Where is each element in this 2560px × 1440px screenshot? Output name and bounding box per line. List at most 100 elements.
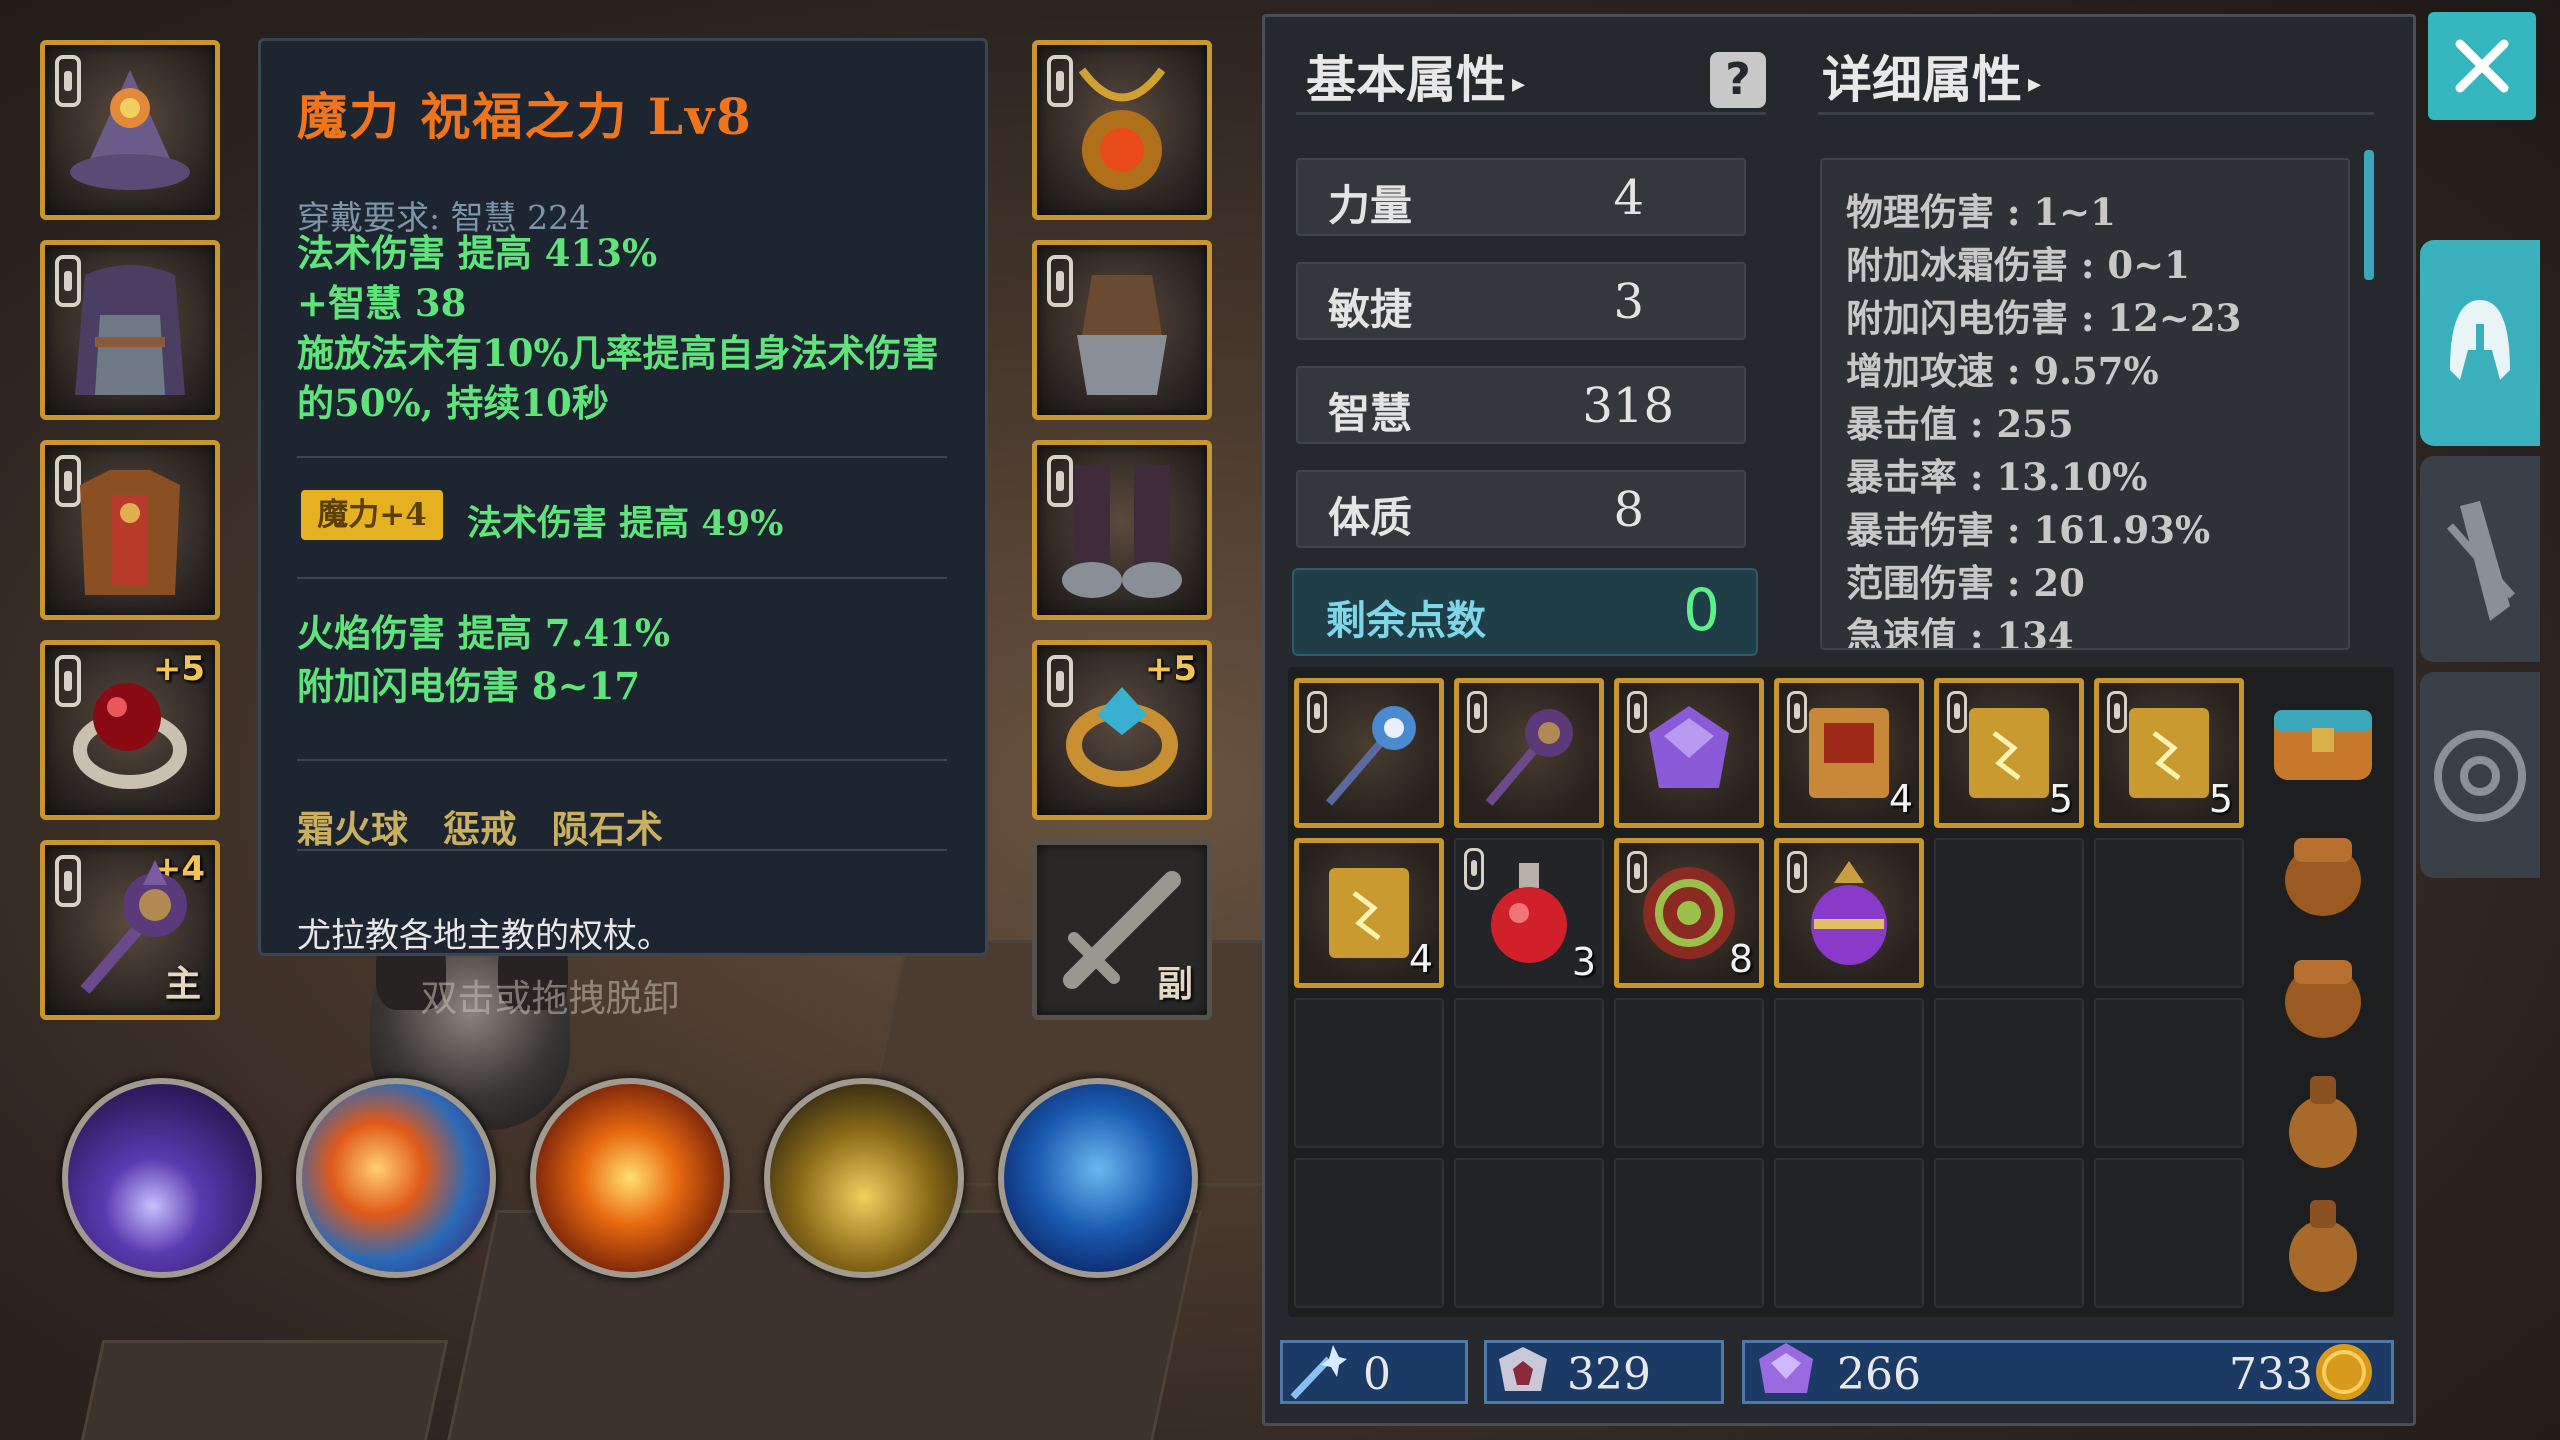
sack-icon[interactable] (2264, 1058, 2382, 1176)
crystal-icon (1499, 1347, 1547, 1391)
tab-equipment[interactable] (2420, 240, 2540, 446)
unequip-hint: 双击或拖拽脱卸 (420, 977, 680, 1020)
inventory-cell-empty[interactable] (1454, 998, 1604, 1148)
stat-constitution: 体质 8 (1296, 470, 1746, 548)
detail-row: 物理伤害 : 1~1 (1846, 190, 2116, 234)
remaining-points: 剩余点数 0 (1292, 568, 1758, 656)
inventory-cell-empty[interactable] (1294, 998, 1444, 1148)
inventory-cell-empty[interactable] (1294, 1158, 1444, 1308)
skill-meteor[interactable] (530, 1078, 730, 1278)
stat-name: 敏捷 (1328, 285, 1413, 334)
ring-slot-right[interactable]: +5 (1032, 640, 1212, 820)
divider (1296, 112, 1766, 115)
inventory-cell[interactable]: 4 (1294, 838, 1444, 988)
tab-settings[interactable] (2420, 672, 2540, 878)
inventory-cell-empty[interactable] (1614, 1158, 1764, 1308)
item-count: 4 (1888, 777, 1913, 821)
pouch-icon[interactable] (2264, 812, 2382, 930)
detail-row: 附加闪电伤害 : 12~23 (1846, 296, 2242, 340)
inventory-cell-empty[interactable] (1774, 1158, 1924, 1308)
floor-tile (77, 1340, 449, 1440)
item-name: 魔力 祝福之力 Lv8 (297, 87, 753, 146)
inventory-cell[interactable]: 5 (2094, 678, 2244, 828)
skill-frostfire-ball[interactable] (296, 1078, 496, 1278)
item-count: 5 (2208, 777, 2233, 821)
backpack-icon[interactable] (2264, 680, 2382, 798)
armor-slot[interactable] (40, 440, 220, 620)
inventory-cell[interactable] (1454, 678, 1604, 828)
help-icon[interactable]: ? (1710, 52, 1766, 108)
detail-row: 范围伤害 : 20 (1846, 561, 2085, 605)
gloves-slot[interactable] (1032, 240, 1212, 420)
boots-icon (1062, 465, 1182, 598)
scroll-icon (2129, 708, 2209, 798)
gold-ring-icon (1066, 687, 1178, 787)
divider (1818, 112, 2374, 115)
item-skills: 霜火球 惩戒 陨石术 (297, 807, 663, 851)
item-stat-line: 的50%, 持续10秒 (297, 381, 609, 425)
inventory-cell[interactable]: 8 (1614, 838, 1764, 988)
currency-crystal-value: 329 (1567, 1349, 1651, 1400)
skill-lightning-orb[interactable] (62, 1078, 262, 1278)
detail-scrollbar[interactable] (2364, 150, 2374, 280)
tab-basic-attributes[interactable]: 基本属性 ▸ (1306, 40, 1525, 112)
amulet-icon (1078, 67, 1166, 190)
sack-icon[interactable] (2264, 1182, 2382, 1300)
helmet-icon (2450, 300, 2510, 380)
gloves-icon (1077, 275, 1167, 395)
inventory-cell[interactable] (1614, 678, 1764, 828)
tab-skills[interactable] (2420, 456, 2540, 662)
stat-agility: 敏捷 3 (1296, 262, 1746, 340)
inventory-cell[interactable] (1774, 838, 1924, 988)
inventory-cell-empty[interactable] (2094, 998, 2244, 1148)
inventory-cell[interactable]: 5 (1934, 678, 2084, 828)
gauntlet-icon (2447, 501, 2515, 621)
inventory-cell-empty[interactable] (1934, 1158, 2084, 1308)
inventory-cell[interactable]: 3 (1454, 838, 1604, 988)
close-button[interactable] (2428, 12, 2536, 120)
divider (297, 849, 947, 851)
skill-dash[interactable] (998, 1078, 1198, 1278)
close-icon (2455, 39, 2509, 93)
detail-attributes-label: 详细属性 (1822, 50, 2022, 109)
red-potion-icon (1491, 863, 1567, 963)
weapon-slot-main[interactable]: +4 主 (40, 840, 220, 1020)
item-description: 尤拉教各地主教的权杖。 (297, 916, 671, 956)
stat-value: 8 (1613, 482, 1644, 538)
pouch-icon[interactable] (2264, 934, 2382, 1052)
detail-row: 增加攻速 : 9.57% (1846, 349, 2159, 393)
item-count: 5 (2048, 777, 2073, 821)
inventory-cell[interactable]: 4 (1774, 678, 1924, 828)
dropdown-triangle-icon: ▸ (1512, 69, 1526, 99)
currency-gem-gold: 266 733 (1742, 1340, 2394, 1404)
inventory-cell-empty[interactable] (1934, 838, 2084, 988)
divider (297, 577, 947, 579)
helmet-slot[interactable] (40, 40, 220, 220)
detail-attributes-list[interactable]: 物理伤害 : 1~1 附加冰霜伤害 : 0~1 附加闪电伤害 : 12~23 增… (1820, 158, 2350, 650)
cloak-slot[interactable] (40, 240, 220, 420)
boots-slot[interactable] (1032, 440, 1212, 620)
item-tooltip: 魔力 祝福之力 Lv8 穿戴要求: 智慧 224 法术伤害 提高 413% +智… (258, 38, 988, 956)
currency-crystal: 329 (1484, 1340, 1724, 1404)
amulet-slot[interactable] (1032, 40, 1212, 220)
inventory-cell-empty[interactable] (1774, 998, 1924, 1148)
weapon-slot-offhand[interactable]: 副 (1032, 840, 1212, 1020)
gem-icon (1759, 1343, 1813, 1393)
skill-holy-light[interactable] (764, 1078, 964, 1278)
inventory-cell-empty[interactable] (2094, 838, 2244, 988)
stat-name: 体质 (1328, 493, 1413, 542)
wizard-hat-icon (70, 70, 190, 190)
enchant-stat-line: 法术伤害 提高 49% (467, 503, 784, 544)
item-count: 4 (1408, 937, 1433, 981)
ruby-ring-icon (73, 683, 187, 789)
inventory-cell-empty[interactable] (1614, 998, 1764, 1148)
inventory-cell-empty[interactable] (1934, 998, 2084, 1148)
inventory-cell-empty[interactable] (1454, 1158, 1604, 1308)
ring-slot-left[interactable]: +5 (40, 640, 220, 820)
tab-detail-attributes[interactable]: 详细属性 ▸ (1822, 40, 2041, 112)
inventory-cell-empty[interactable] (2094, 1158, 2244, 1308)
currency-gem-value: 266 (1837, 1349, 1921, 1400)
stat-wisdom: 智慧 318 (1296, 366, 1746, 444)
detail-row: 急速值 : 134 (1846, 614, 2074, 650)
inventory-cell[interactable] (1294, 678, 1444, 828)
